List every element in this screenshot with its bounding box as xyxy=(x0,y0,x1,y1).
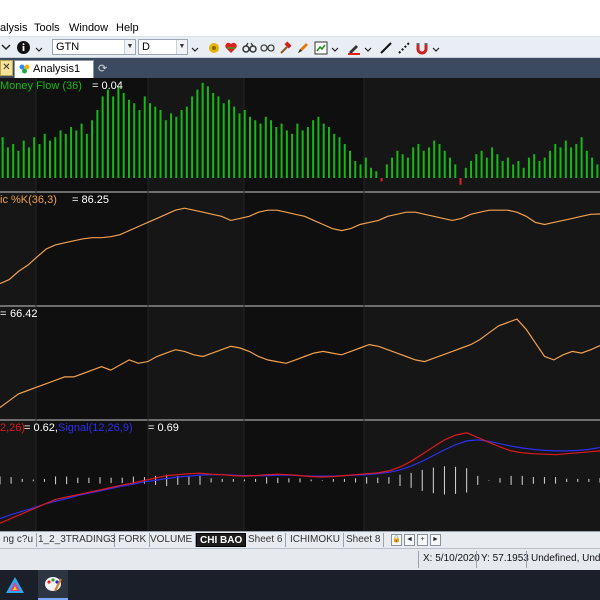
tab-analysis1[interactable]: Analysis1 xyxy=(14,60,94,78)
sheet-tab-3[interactable]: 3 FORK xyxy=(107,533,151,547)
heart-icon[interactable] xyxy=(223,40,239,55)
menu-analysis[interactable]: alysis xyxy=(0,22,28,34)
chevron-down-icon[interactable] xyxy=(431,40,441,55)
edit-icon[interactable] xyxy=(295,40,311,55)
rsi-prefix: = xyxy=(0,308,6,320)
symbol-combo[interactable]: GTN ▼ xyxy=(52,39,136,55)
sheet-tab-2[interactable]: 1_2_3TRADING xyxy=(35,533,115,547)
lock-icon[interactable]: 🔒 xyxy=(391,534,402,546)
analysis-icon xyxy=(19,64,30,74)
hammer-icon[interactable] xyxy=(277,40,293,55)
taskbar xyxy=(0,570,600,600)
chart-grid xyxy=(0,78,600,531)
macd-label: 2,26) xyxy=(0,422,25,434)
status-divider xyxy=(476,551,477,568)
status-divider xyxy=(418,551,419,568)
signal-value: = 0.69 xyxy=(148,422,179,434)
info-icon[interactable] xyxy=(15,40,31,55)
interval-combo[interactable]: D ▼ xyxy=(138,39,188,55)
prev-sheet-icon[interactable]: ◄ xyxy=(404,534,415,546)
vertical-band xyxy=(364,78,600,531)
money-flow-value: = 0.04 xyxy=(92,80,123,92)
chevron-down-icon[interactable] xyxy=(34,40,44,55)
vertical-band xyxy=(0,78,36,531)
chevron-down-icon[interactable] xyxy=(190,40,200,55)
macd-value: = 0.62, xyxy=(24,422,58,434)
menu-tools[interactable]: Tools xyxy=(34,22,60,34)
sheet-tab-8[interactable]: Sheet 8 xyxy=(343,533,385,547)
toolbar: GTN ▼ D ▼ xyxy=(0,37,600,58)
menu-window[interactable]: Window xyxy=(69,22,108,34)
glasses-icon[interactable] xyxy=(259,40,275,55)
new-tab-icon[interactable]: ⟳ xyxy=(98,62,107,75)
signal-label: Signal(12,26,9) xyxy=(58,422,133,434)
stochastic-value: = 86.25 xyxy=(72,194,109,206)
sheet-tab-4[interactable]: VOLUME xyxy=(147,533,197,547)
menu-bar: alysis Tools Window Help xyxy=(0,20,600,37)
status-bar: X: 5/10/2020 Y: 57.1953 Undefined, Unde xyxy=(0,548,600,570)
symbol-value: GTN xyxy=(56,41,80,53)
window-top xyxy=(0,0,600,20)
chevron-down-icon[interactable] xyxy=(330,40,340,55)
chart-icon[interactable] xyxy=(313,40,329,55)
paint-app-icon xyxy=(45,577,62,592)
line-icon[interactable] xyxy=(378,40,394,55)
next-sheet-icon[interactable]: ► xyxy=(430,534,441,546)
add-sheet-icon[interactable]: + xyxy=(417,534,428,546)
close-icon[interactable]: ✕ xyxy=(0,60,13,76)
status-date: X: 5/10/2020 xyxy=(423,553,480,564)
status-y-value: Y: 57.1953 xyxy=(481,553,529,564)
money-flow-label: Money Flow (36) xyxy=(0,80,82,92)
chart-canvas[interactable]: Money Flow (36) = 0.04 ic %K(36,3) = 86.… xyxy=(0,78,600,531)
dropdown-arrow-icon[interactable] xyxy=(0,40,12,55)
triangle-app-icon xyxy=(6,577,24,593)
reset-icon[interactable] xyxy=(206,40,221,55)
stochastic-label: ic %K(36,3) xyxy=(0,194,57,206)
sheet-tab-1[interactable]: ng c?u xyxy=(0,533,38,547)
pen-icon[interactable] xyxy=(346,40,362,55)
taskbar-app-amibroker[interactable] xyxy=(0,570,30,600)
magnet-icon[interactable] xyxy=(414,40,430,55)
sheet-tab-7[interactable]: ICHIMOKU xyxy=(287,533,344,547)
tab-label: Analysis1 xyxy=(33,63,81,75)
dashed-line-icon[interactable] xyxy=(396,40,412,55)
rsi-value: 66.42 xyxy=(10,308,38,320)
sheet-tab-bar: ng c?u 1_2_3TRADING 3 FORK VOLUME CHI BA… xyxy=(0,531,600,548)
interval-dropdown-icon[interactable]: ▼ xyxy=(176,40,187,54)
interval-value: D xyxy=(142,41,150,53)
document-tab-bar: ✕ Analysis1 ⟳ xyxy=(0,58,600,78)
taskbar-app-paint[interactable] xyxy=(38,570,68,600)
chevron-down-icon[interactable] xyxy=(363,40,373,55)
status-divider xyxy=(526,551,527,568)
binoculars-icon[interactable] xyxy=(241,40,257,55)
sheet-tab-6[interactable]: Sheet 6 xyxy=(245,533,287,547)
chart-area[interactable]: Money Flow (36) = 0.04 ic %K(36,3) = 86.… xyxy=(0,78,600,531)
menu-help[interactable]: Help xyxy=(116,22,139,34)
symbol-dropdown-icon[interactable]: ▼ xyxy=(124,40,135,54)
status-extra: Undefined, Unde xyxy=(531,553,600,564)
sheet-tab-5[interactable]: CHI BAO xyxy=(196,533,247,547)
